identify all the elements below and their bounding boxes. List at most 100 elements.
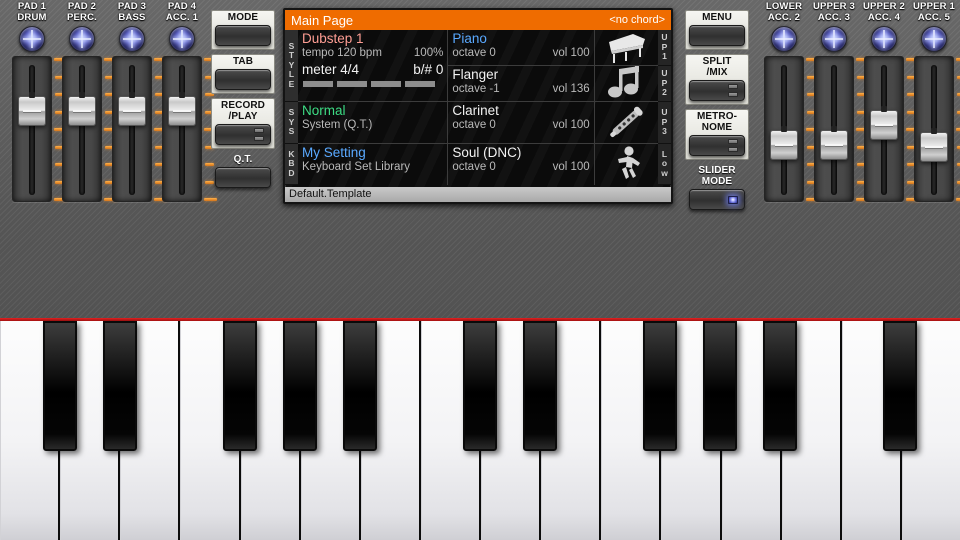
pad-fader-3-track[interactable] <box>112 56 152 202</box>
black-key[interactable] <box>883 321 917 451</box>
part-fader-3-track[interactable] <box>864 56 904 202</box>
pad-fader-1-track[interactable] <box>12 56 52 202</box>
black-key[interactable] <box>43 321 77 451</box>
pad-fader-3-label: PAD 3BASS <box>108 2 156 23</box>
fader-slot <box>129 65 135 195</box>
fader-knob-nub <box>781 126 787 132</box>
black-key[interactable] <box>523 321 557 451</box>
black-key[interactable] <box>343 321 377 451</box>
led-lower <box>254 136 264 141</box>
part-fader-2-knob[interactable] <box>820 130 848 160</box>
lcd-tab-kbd[interactable]: KBD <box>285 144 298 185</box>
lcd-info-detail-right: 100% <box>414 47 443 60</box>
part-fader-3-lamp-icon[interactable] <box>871 26 897 52</box>
part-fader-4-knob[interactable] <box>920 132 948 162</box>
grand-piano-icon[interactable] <box>595 30 658 66</box>
lcd-beat-bar <box>371 81 401 87</box>
button-tab[interactable]: TAB <box>211 54 275 94</box>
pad-fader-4-lamp-icon[interactable] <box>169 26 195 52</box>
pad-fader-2-knob[interactable] <box>68 96 96 126</box>
pad-fader-2-lamp-icon[interactable] <box>69 26 95 52</box>
part-fader-1-track[interactable] <box>764 56 804 202</box>
fader-knob-nub <box>79 92 85 98</box>
lcd-part-cell-low[interactable]: Soul (DNC)octave 0vol 100 <box>448 144 594 185</box>
pad-fader-4-track[interactable] <box>162 56 202 202</box>
black-key[interactable] <box>763 321 797 451</box>
lcd-part-cell-up3[interactable]: Clarinetoctave 0vol 100 <box>448 102 594 144</box>
lcd-transpose-value: b/# 0 <box>413 63 443 76</box>
lcd-part-name: Flanger <box>448 66 593 82</box>
piano-keyboard[interactable] <box>0 318 960 540</box>
pad-fader-3-lamp-icon[interactable] <box>119 26 145 52</box>
button-q-t[interactable]: Q.T. <box>211 153 275 191</box>
lcd-display[interactable]: Main Page <no chord> STYLESYSKBD Dubstep… <box>283 8 673 204</box>
lcd-beat-bar <box>405 81 435 87</box>
lcd-tab-char: S <box>289 127 295 137</box>
lcd-tag-char: 1 <box>662 52 667 62</box>
part-fader-4-track[interactable] <box>914 56 954 202</box>
lcd-info-cell-style[interactable]: Dubstep 1tempo 120 bpm100%meter 4/4b/# 0 <box>298 30 448 102</box>
button-metro-nome[interactable]: METRO-NOME <box>685 109 749 160</box>
fader-slot <box>79 65 85 195</box>
black-key[interactable] <box>103 321 137 451</box>
pad-fader-2-track[interactable] <box>62 56 102 202</box>
button-mode-key[interactable] <box>215 25 271 46</box>
lcd-part-params: octave 0 vol 100 <box>448 118 593 134</box>
lcd-tab-sys[interactable]: SYS <box>285 102 298 144</box>
fader-slot <box>29 65 35 195</box>
arranger-keyboard-panel: PAD 1DRUMPAD 2PERC.PAD 3BASSPAD 4ACC. 1 … <box>0 0 960 540</box>
button-tab-key[interactable] <box>215 69 271 90</box>
black-key[interactable] <box>643 321 677 451</box>
button-split-mix[interactable]: SPLIT/MIX <box>685 54 749 105</box>
lcd-info-detail: Keyboard Set Library <box>298 160 447 176</box>
lcd-part-octave: octave 0 <box>452 47 495 60</box>
lcd-part-octave: octave 0 <box>452 119 495 132</box>
lcd-info-cell-kbd[interactable]: My SettingKeyboard Set Library <box>298 144 448 185</box>
music-note-icon[interactable] <box>595 66 658 102</box>
lcd-part-tags: UP1UP2UP3Low <box>658 30 671 185</box>
led-lower <box>728 147 738 152</box>
button-record-play-key[interactable] <box>215 124 271 145</box>
fader-knob-nub <box>29 92 35 98</box>
button-q-t-key[interactable] <box>215 167 271 188</box>
pad-fader-3-knob[interactable] <box>118 96 146 126</box>
button-record-play-label: /PLAY <box>212 111 274 122</box>
lcd-part-cell-up2[interactable]: Flangeroctave -1vol 136 <box>448 66 594 102</box>
part-fader-1-knob[interactable] <box>770 130 798 160</box>
black-key[interactable] <box>703 321 737 451</box>
part-fader-4-lamp-icon[interactable] <box>921 26 947 52</box>
lcd-part-cell-up1[interactable]: Pianooctave 0vol 100 <box>448 30 594 66</box>
button-mode[interactable]: MODE <box>211 10 275 50</box>
lcd-info-cell-sys[interactable]: NormalSystem (Q.T.) <box>298 102 448 144</box>
dancer-icon[interactable] <box>595 144 658 185</box>
lcd-info-name: My Setting <box>298 144 447 160</box>
button-split-mix-key[interactable] <box>689 80 745 101</box>
black-key[interactable] <box>223 321 257 451</box>
pad-fader-1-lamp-icon[interactable] <box>19 26 45 52</box>
lcd-part-tag-up2: UP2 <box>658 66 671 102</box>
fader-knob-nub <box>931 128 937 134</box>
black-key[interactable] <box>283 321 317 451</box>
lcd-part-volume: vol 100 <box>553 47 590 60</box>
part-fader-1-label: LOWERACC. 2 <box>760 2 808 23</box>
part-fader-2-track[interactable] <box>814 56 854 202</box>
button-menu-key[interactable] <box>689 25 745 46</box>
transport-row: STOP PADS 1234 SYNCHRO START STOP START … <box>0 206 960 260</box>
button-slider-mode-label: SLIDER <box>685 165 749 176</box>
pad-fader-4-knob[interactable] <box>168 96 196 126</box>
part-fader-3-knob[interactable] <box>870 110 898 140</box>
fader-knob-nub <box>831 126 837 132</box>
lcd-part-volume: vol 136 <box>553 83 590 96</box>
black-key[interactable] <box>463 321 497 451</box>
button-metro-nome-key[interactable] <box>689 135 745 156</box>
led-upper <box>728 139 738 144</box>
clarinet-icon[interactable] <box>595 102 658 144</box>
lcd-part-volume: vol 100 <box>553 119 590 132</box>
lcd-tab-style[interactable]: STYLE <box>285 30 298 102</box>
part-fader-1-lamp-icon[interactable] <box>771 26 797 52</box>
button-record-play[interactable]: RECORD/PLAY <box>211 98 275 149</box>
button-menu[interactable]: MENU <box>685 10 749 50</box>
pad-fader-1-knob[interactable] <box>18 96 46 126</box>
lcd-part-params: octave 0 vol 100 <box>448 46 593 62</box>
part-fader-2-lamp-icon[interactable] <box>821 26 847 52</box>
